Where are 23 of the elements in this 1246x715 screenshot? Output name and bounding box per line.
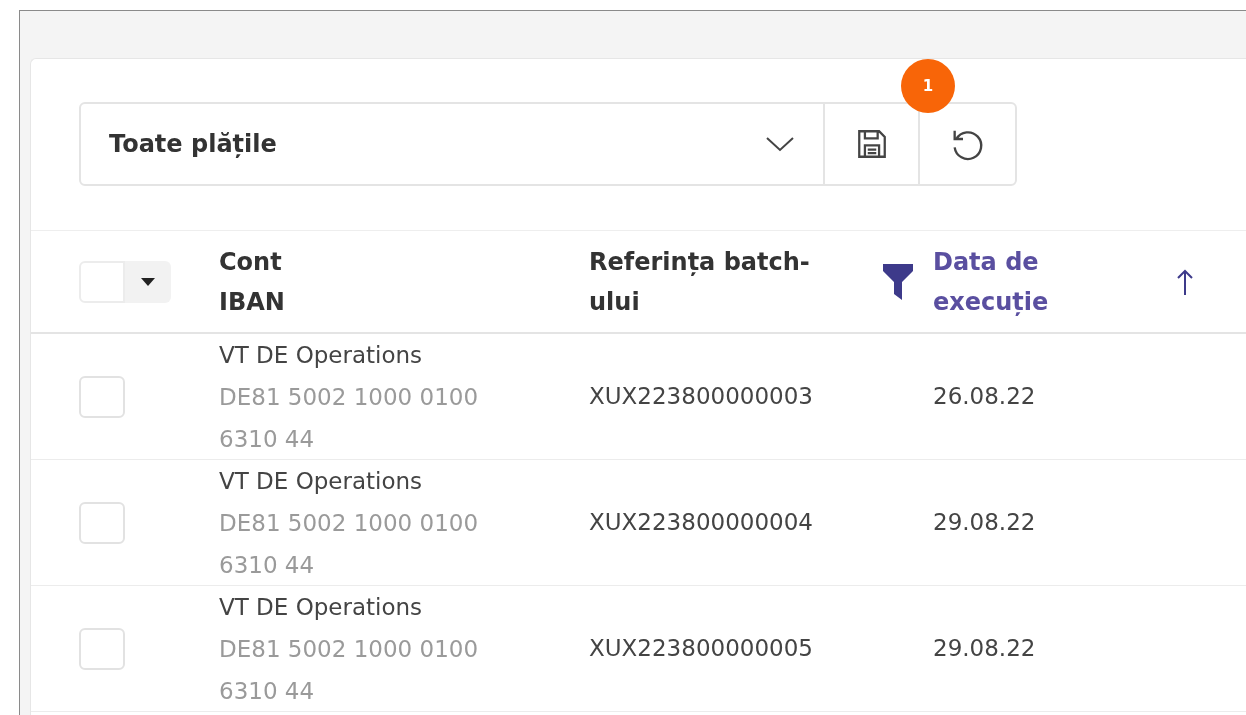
column-header[interactable]: Data de execuție [933,241,1049,322]
iban-text: DE81 5002 1000 0100 6310 44 [219,382,480,454]
filter-icon[interactable] [883,263,913,300]
execution-date: 26.08.22 [933,382,1036,412]
account-name: VT DE Operations [219,592,424,622]
account-name: VT DE Operations [219,466,424,496]
row-checkbox[interactable] [79,375,125,418]
row-checkbox[interactable] [79,501,125,544]
account-name: VT DE Operations [219,340,424,370]
column-header[interactable]: Cont IBAN [219,241,285,322]
iban-text: DE81 5002 1000 0100 6310 44 [219,508,480,580]
row-checkbox[interactable] [79,627,125,670]
arrow-up-icon[interactable] [1177,268,1193,295]
notification-badge: 1 [901,59,955,113]
batch-reference: XUX223800000004 [589,508,814,538]
iban-text: DE81 5002 1000 0100 6310 44 [219,634,480,706]
batch-reference: XUX223800000003 [589,382,814,412]
execution-date: 29.08.22 [933,508,1036,538]
column-header[interactable]: Referința batch- ului [589,241,810,322]
execution-date: 29.08.22 [933,634,1036,664]
chevron-down-icon [765,136,795,152]
batch-reference: XUX223800000005 [589,634,814,664]
caret-down-icon [141,277,155,286]
